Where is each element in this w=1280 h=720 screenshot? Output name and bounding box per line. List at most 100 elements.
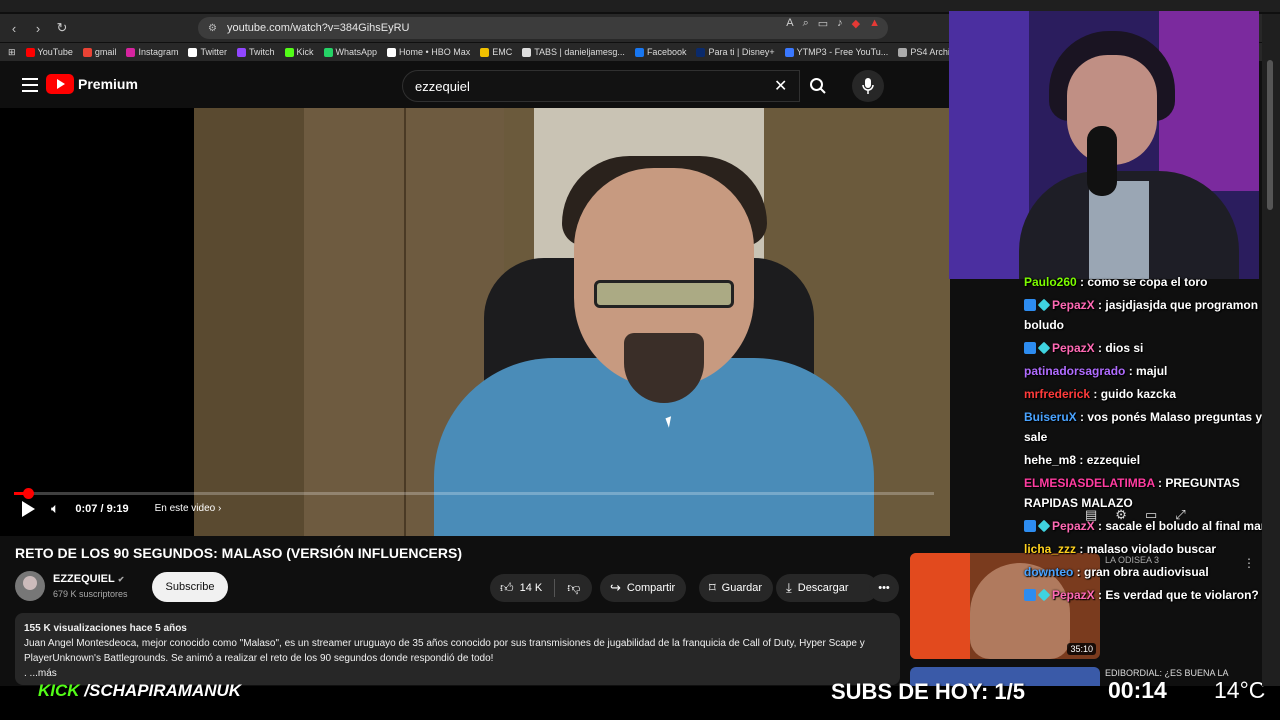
verified-icon: ✔ (117, 575, 125, 584)
temperature: 14°C (1214, 677, 1266, 703)
bookmark-favicon-icon (82, 47, 92, 57)
rewards-icon[interactable]: ▲ (869, 17, 880, 30)
like-count[interactable]: 14 K (520, 582, 543, 594)
chat-separator: : (1094, 519, 1106, 533)
subscriber-badge-icon (1024, 520, 1036, 532)
screen: ‹ › ↻ ▯ ⚙ youtube.com/watch?v=384GihsEyR… (0, 0, 1280, 720)
clear-search-icon[interactable]: ✕ (774, 76, 787, 96)
chat-username: Paulo260 (1024, 275, 1077, 289)
chat-separator: : (1094, 341, 1106, 355)
bookmark-item[interactable]: YTMP3 - Free YouTu... (784, 47, 889, 57)
bookmark-item[interactable]: Twitch (236, 47, 275, 57)
webcam-light (949, 11, 1029, 279)
voice-search-button[interactable] (852, 70, 884, 102)
bookmark-item[interactable]: EMC (480, 47, 512, 57)
dislike-icon[interactable]: 👎︎ (567, 580, 580, 596)
chat-username: BuiseruX (1024, 410, 1077, 424)
show-more-link[interactable]: . ...más (24, 666, 891, 681)
url-text: youtube.com/watch?v=384GihsEyRU (226, 22, 410, 34)
channel-name-link[interactable]: EZZEQUIEL ✔ (53, 573, 124, 585)
bookmark-label: YTMP3 - Free YouTu... (796, 47, 889, 57)
bookmark-label: EMC (492, 47, 513, 57)
address-bar[interactable]: ⚙ youtube.com/watch?v=384GihsEyRU (198, 17, 888, 39)
bookmark-favicon-icon (188, 47, 198, 57)
chat-message: licha_zzz : malaso violado buscar (1021, 539, 1273, 559)
bookmark-item[interactable]: Facebook (634, 47, 686, 57)
progress-bar[interactable] (14, 488, 934, 499)
channel-avatar[interactable] (15, 571, 45, 601)
bookmark-item[interactable]: Para ti | Disney+ (696, 47, 775, 57)
chat-text: majul (1136, 364, 1168, 378)
forward-icon[interactable]: › (28, 18, 48, 38)
time-display: 0:07 / 9:19 (75, 502, 129, 515)
site-info-icon[interactable]: ⚙ (208, 23, 217, 34)
subscriber-badge-icon (1024, 589, 1036, 601)
download-icon: ⤓ (786, 580, 792, 595)
bookmark-favicon-icon (126, 47, 136, 57)
bookmark-item[interactable]: WhatsApp (323, 47, 377, 57)
bookmark-item[interactable]: Instagram (126, 47, 178, 57)
download-button[interactable]: ⤓ Descargar (776, 574, 878, 602)
premium-label: Premium (78, 76, 138, 92)
brave-shield-icon[interactable]: ◆ (852, 17, 860, 30)
subscribe-button[interactable]: Subscribe (152, 572, 228, 602)
bookmark-item[interactable]: Home • HBO Max (387, 47, 470, 57)
bookmark-label: gmail (94, 47, 117, 57)
reload-icon[interactable]: ↻ (52, 18, 72, 38)
share-label: Compartir (626, 582, 676, 594)
volume-icon[interactable]: 🔈︎ (51, 500, 59, 517)
chat-text: como se copa el toro (1087, 275, 1208, 289)
description-box[interactable]: 155 K visualizaciones hace 5 años Juan A… (15, 613, 900, 685)
bookmark-item[interactable]: YouTube (25, 47, 73, 57)
bookmark-save-icon: ⌑ (709, 580, 716, 595)
chat-separator: : (1154, 476, 1166, 490)
chat-username: PepazX (1052, 298, 1095, 312)
bookmark-item[interactable]: Kick (284, 47, 314, 57)
bookmark-item[interactable]: gmail (82, 47, 117, 57)
chat-text: sacale el boludo al final man (1105, 519, 1269, 533)
zoom-icon[interactable]: ⌕ (803, 17, 809, 30)
bookmark-favicon-icon (634, 47, 644, 57)
bookmark-item[interactable]: Twitter (188, 47, 227, 57)
menu-icon[interactable] (22, 78, 38, 92)
bookmark-favicon-icon (236, 47, 246, 57)
subscriber-count: 679 K suscriptores (53, 589, 128, 599)
search-input[interactable]: ezzequiel (402, 70, 800, 102)
music-icon[interactable]: ♪ (837, 17, 843, 30)
duration-badge: 35:10 (1067, 643, 1096, 655)
bookmark-label: Instagram (138, 47, 179, 57)
view-stats: 155 K visualizaciones hace 5 años (24, 623, 187, 634)
more-actions-button[interactable]: ••• (869, 574, 899, 602)
share-button[interactable]: ↪ Compartir (600, 574, 686, 602)
kick-handle: /SCHAPIRAMANUK (84, 681, 242, 700)
subscriber-badge-icon (1024, 342, 1036, 354)
cast-icon[interactable]: ▭ (818, 17, 828, 30)
chat-separator: : (1073, 565, 1084, 579)
bookmark-favicon-icon (480, 47, 490, 57)
back-icon[interactable]: ‹ (4, 18, 24, 38)
bookmark-label: Kick (296, 47, 314, 57)
chat-text: malaso violado buscar (1086, 542, 1217, 556)
search-button[interactable] (800, 70, 836, 102)
scrubber-handle[interactable] (23, 488, 34, 499)
scrollbar-thumb[interactable] (1267, 60, 1273, 210)
gem-badge-icon (1037, 588, 1051, 602)
chat-username: PepazX (1052, 341, 1095, 355)
bookmark-label: Twitter (200, 47, 227, 57)
more-icon: ••• (878, 582, 890, 594)
chapter-button[interactable]: En este video › (155, 503, 222, 514)
apps-icon[interactable]: ⊞ (8, 47, 16, 58)
player-controls-left: 🔈︎ 0:07 / 9:19 En este video › (12, 500, 221, 517)
yt-logo[interactable]: Premium (46, 74, 138, 94)
yt-play-icon (46, 74, 74, 94)
chat-text: gran obra audiovisual (1084, 565, 1209, 579)
bookmark-item[interactable]: TABS | danieljamesg... (522, 47, 625, 57)
like-icon[interactable]: 👍︎ (500, 580, 514, 596)
save-button[interactable]: ⌑ Guardar (699, 574, 773, 602)
chat-separator: : (1090, 387, 1101, 401)
play-icon[interactable] (22, 500, 35, 517)
thumb-glow (910, 553, 970, 659)
chat-separator: : (1094, 588, 1106, 602)
translate-icon[interactable]: A (786, 17, 793, 30)
bookmark-label: Home • HBO Max (399, 47, 471, 57)
